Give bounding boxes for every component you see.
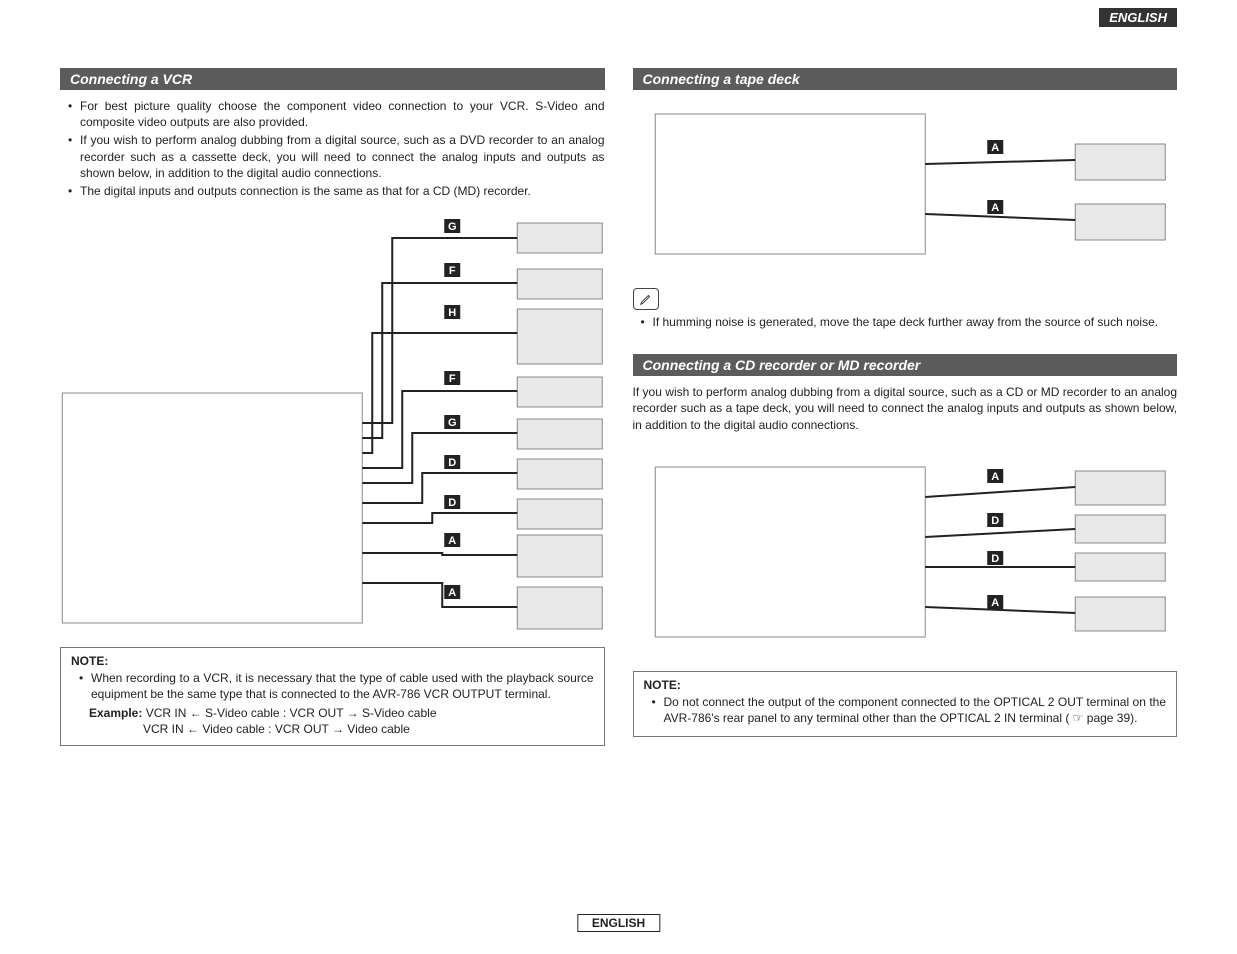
vcr-note-bullet: When recording to a VCR, it is necessary… (81, 670, 594, 702)
cable-label: A (991, 202, 999, 214)
note-title: NOTE: (71, 654, 594, 668)
example-line: VCR IN ← Video cable : VCR OUT → Video c… (71, 721, 594, 737)
vcr-bullet-list: For best picture quality choose the comp… (60, 98, 605, 199)
cable-label: G (448, 417, 457, 429)
cd-note-box: NOTE: Do not connect the output of the c… (633, 671, 1178, 737)
two-column-layout: Connecting a VCR For best picture qualit… (60, 68, 1177, 746)
cable-label: D (448, 457, 456, 469)
left-column: Connecting a VCR For best picture qualit… (60, 68, 605, 746)
tape-note-bullet: If humming noise is generated, move the … (643, 314, 1178, 330)
heading-connecting-tape-deck: Connecting a tape deck (633, 68, 1178, 90)
footer-language-label: ENGLISH (577, 914, 660, 932)
cable-label: D (991, 553, 999, 565)
example-text: VCR IN ← Video cable : VCR OUT → Video c… (143, 722, 410, 736)
example-text: VCR IN ← S-Video cable : VCR OUT → S-Vid… (146, 706, 437, 720)
language-tab: ENGLISH (1099, 8, 1177, 27)
cable-label: G (448, 221, 457, 233)
cable-label: F (449, 373, 456, 385)
cable-label: D (448, 497, 456, 509)
cd-note-bullet: Do not connect the output of the compone… (654, 694, 1167, 726)
hand-pointer-icon: ☞ (1073, 711, 1084, 725)
note-title: NOTE: (644, 678, 1167, 692)
cable-label: D (991, 515, 999, 527)
cable-label: F (449, 265, 456, 277)
cable-label: A (448, 535, 456, 547)
cable-label: A (991, 597, 999, 609)
vcr-note-box: NOTE: When recording to a VCR, it is nec… (60, 647, 605, 746)
cd-note-page-ref: page 39). (1087, 711, 1138, 725)
tape-deck-connection-diagram: A A (633, 104, 1178, 264)
right-column: Connecting a tape deck A A If humming no… (633, 68, 1178, 746)
vcr-connection-diagram: G F H F G D D A A (60, 213, 605, 633)
heading-connecting-cd-md: Connecting a CD recorder or MD recorder (633, 354, 1178, 376)
example-line: Example: VCR IN ← S-Video cable : VCR OU… (71, 705, 594, 721)
vcr-bullet: The digital inputs and outputs connectio… (70, 183, 605, 199)
cable-label: A (991, 142, 999, 154)
cd-intro-paragraph: If you wish to perform analog dubbing fr… (633, 384, 1178, 433)
cable-label: H (448, 307, 456, 319)
vcr-bullet: If you wish to perform analog dubbing fr… (70, 132, 605, 181)
cable-label: A (448, 587, 456, 599)
heading-connecting-vcr: Connecting a VCR (60, 68, 605, 90)
example-label: Example: (89, 706, 142, 720)
vcr-bullet: For best picture quality choose the comp… (70, 98, 605, 130)
cd-md-connection-diagram: A D D A (633, 447, 1178, 657)
pencil-icon (633, 288, 659, 310)
cable-label: A (991, 471, 999, 483)
tape-note-list: If humming noise is generated, move the … (633, 314, 1178, 330)
